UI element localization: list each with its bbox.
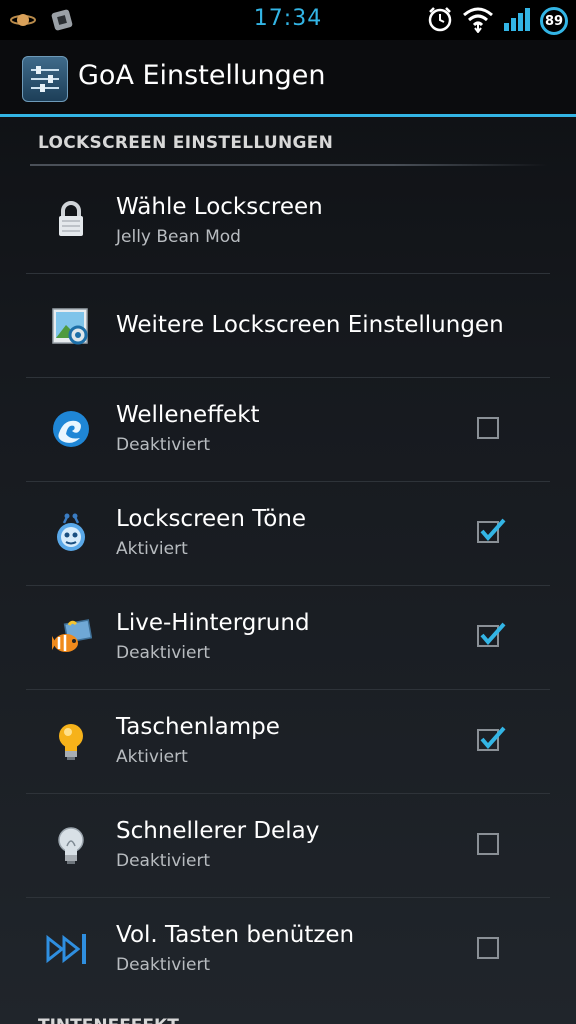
wave-effect-checkbox[interactable]: [477, 417, 499, 439]
pref-flashlight[interactable]: Taschenlampe Aktiviert: [26, 690, 550, 794]
section-header-lockscreen: LOCKSCREEN EINSTELLUNGEN: [38, 133, 334, 153]
section-header-ink-effect: TINTENEFFEKT: [38, 1016, 179, 1024]
page-title: GoA Einstellungen: [78, 60, 326, 91]
item-summary: Aktiviert: [116, 747, 188, 767]
action-bar: GoA Einstellungen: [0, 40, 576, 117]
padlock-icon: [50, 198, 92, 240]
item-title: Welleneffekt: [116, 402, 260, 428]
pref-wave-effect[interactable]: Welleneffekt Deaktiviert: [26, 378, 550, 482]
settings-screen: 17:34 89 GoA Einstellungen LOCKSCREEN EI…: [0, 0, 576, 1024]
item-summary: Jelly Bean Mod: [116, 227, 241, 247]
checkmark-icon: [480, 622, 506, 646]
pref-volume-keys[interactable]: Vol. Tasten benützen Deaktiviert: [26, 898, 550, 1002]
pref-lockscreen-sounds[interactable]: Lockscreen Töne Aktiviert: [26, 482, 550, 586]
item-summary: Deaktiviert: [116, 955, 211, 975]
skip-forward-icon: [44, 928, 96, 970]
battery-icon: 89: [540, 7, 568, 35]
section-divider: [30, 164, 548, 166]
pref-faster-delay[interactable]: Schnellerer Delay Deaktiviert: [26, 794, 550, 898]
status-bar: 17:34 89: [0, 0, 576, 40]
settings-sliders-icon[interactable]: [22, 56, 68, 102]
faster-delay-checkbox[interactable]: [477, 833, 499, 855]
checkmark-icon: [480, 726, 506, 750]
live-wallpaper-checkbox[interactable]: [477, 622, 506, 647]
item-summary: Aktiviert: [116, 539, 188, 559]
alarm-icon: [426, 5, 454, 37]
lightbulb-off-icon: [50, 824, 92, 866]
signal-icon: [502, 5, 532, 37]
volume-keys-checkbox[interactable]: [477, 937, 499, 959]
lockscreen-sounds-checkbox[interactable]: [477, 518, 506, 543]
sound-robot-icon: [50, 512, 92, 554]
item-title: Wähle Lockscreen: [116, 194, 323, 220]
checkmark-icon: [480, 518, 506, 542]
wave-icon: [50, 408, 92, 450]
pref-more-lockscreen-settings[interactable]: Weitere Lockscreen Einstellungen: [26, 274, 550, 378]
wifi-icon: [462, 5, 494, 37]
picture-settings-icon: [50, 305, 92, 347]
pref-choose-lockscreen[interactable]: Wähle Lockscreen Jelly Bean Mod: [26, 170, 550, 274]
pref-live-wallpaper[interactable]: Live-Hintergrund Deaktiviert: [26, 586, 550, 690]
item-title: Live-Hintergrund: [116, 610, 310, 636]
item-summary: Deaktiviert: [116, 851, 211, 871]
item-summary: Deaktiviert: [116, 435, 211, 455]
item-title: Weitere Lockscreen Einstellungen: [116, 312, 504, 338]
flashlight-checkbox[interactable]: [477, 726, 506, 751]
lightbulb-on-icon: [50, 720, 92, 762]
item-title: Schnellerer Delay: [116, 818, 320, 844]
item-title: Vol. Tasten benützen: [116, 922, 355, 948]
live-wallpaper-icon: [50, 616, 93, 658]
item-title: Lockscreen Töne: [116, 506, 307, 532]
item-summary: Deaktiviert: [116, 643, 211, 663]
item-title: Taschenlampe: [116, 714, 280, 740]
